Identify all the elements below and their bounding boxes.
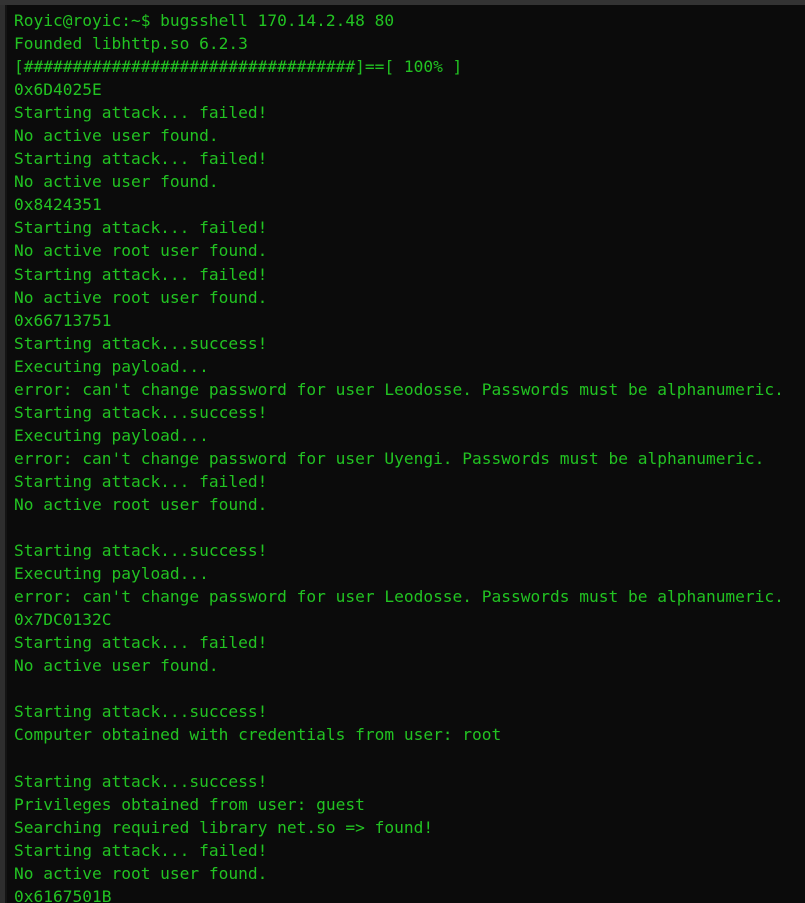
terminal-line: No active user found.	[14, 656, 219, 676]
terminal-line: 0x6D4025E	[14, 80, 102, 100]
terminal-line: 0x7DC0132C	[14, 610, 112, 630]
terminal-output: Royic@royic:~$ bugsshell 170.14.2.48 80 F…	[7, 5, 805, 903]
terminal-line: 0x6167501B	[14, 886, 112, 903]
terminal-line: No active root user found.	[14, 287, 268, 307]
terminal-window: Royic@royic:~$ bugsshell 170.14.2.48 80 F…	[0, 0, 805, 903]
terminal-line: Starting attack... failed!	[14, 149, 268, 169]
terminal-line: Starting attack... failed!	[14, 471, 268, 491]
terminal-line: 0x66713751	[14, 310, 112, 330]
terminal-line: [##################################]==[ …	[14, 57, 463, 77]
terminal-line: Starting attack... failed!	[14, 218, 268, 238]
terminal-line: Starting attack...success!	[14, 541, 268, 561]
terminal-line: error: can't change password for user Le…	[14, 587, 784, 607]
terminal-line: Executing payload...	[14, 425, 209, 445]
terminal-line: Starting attack... failed!	[14, 633, 268, 653]
terminal-line: No active root user found.	[14, 494, 268, 514]
terminal-screen[interactable]: Royic@royic:~$ bugsshell 170.14.2.48 80 F…	[7, 5, 805, 903]
terminal-line: Privileges obtained from user: guest	[14, 794, 365, 814]
terminal-line: Computer obtained with credentials from …	[14, 725, 502, 745]
terminal-line: Starting attack...success!	[14, 402, 268, 422]
terminal-line: Founded libhttp.so 6.2.3	[14, 34, 248, 54]
terminal-line: Royic@royic:~$ bugsshell 170.14.2.48 80	[14, 11, 395, 30]
terminal-line: No active user found.	[14, 172, 219, 192]
terminal-line: Starting attack...success!	[14, 702, 268, 722]
terminal-line: No active root user found.	[14, 241, 268, 261]
terminal-line: 0x8424351	[14, 195, 102, 215]
terminal-line: Searching required library net.so => fou…	[14, 817, 434, 837]
terminal-line: Starting attack... failed!	[14, 103, 268, 123]
terminal-line: Executing payload...	[14, 564, 209, 584]
terminal-line: No active root user found.	[14, 863, 268, 883]
terminal-line: Executing payload...	[14, 356, 209, 376]
terminal-line: Starting attack...success!	[14, 333, 268, 353]
terminal-line: Starting attack... failed!	[14, 840, 268, 860]
terminal-line: Starting attack... failed!	[14, 264, 268, 284]
terminal-line: Starting attack...success!	[14, 771, 268, 791]
terminal-line: error: can't change password for user Uy…	[14, 448, 765, 468]
terminal-line: error: can't change password for user Le…	[14, 379, 784, 399]
terminal-line: No active user found.	[14, 126, 219, 146]
